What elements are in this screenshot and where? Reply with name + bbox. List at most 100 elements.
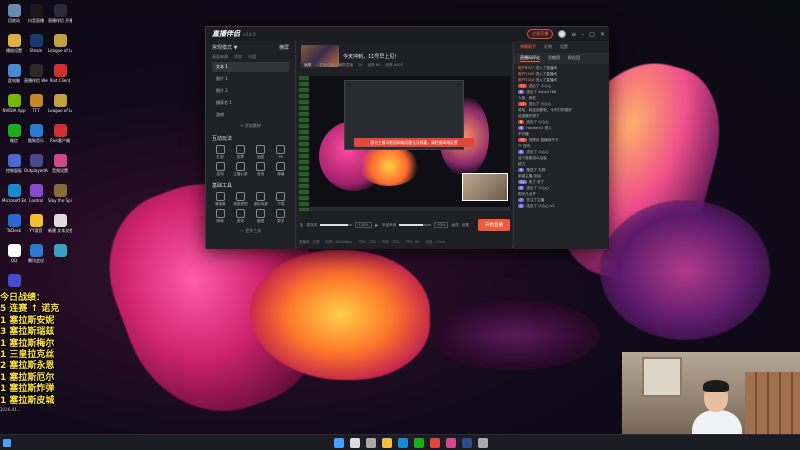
title-bar[interactable]: 直播伴侣 v3.4.0 立即开播 ≡ – □ ✕ xyxy=(206,27,609,41)
live-icon[interactable] xyxy=(430,438,440,448)
chat-username[interactable]: 用户3310 xyxy=(518,78,534,82)
tab-comments[interactable]: 直播间评论 xyxy=(520,55,540,62)
tool-button[interactable]: PK xyxy=(271,145,291,160)
tool-button[interactable]: 音效 xyxy=(230,209,250,224)
tool-button[interactable]: 下载 xyxy=(271,192,291,207)
desktop-icon[interactable]: 微信 xyxy=(2,124,26,143)
tab-danmaku[interactable]: 弹幕助手 xyxy=(520,44,536,50)
tool-button[interactable]: 更多 xyxy=(271,209,291,224)
more-tools-button[interactable]: — 更多工具 xyxy=(206,228,295,234)
minimize-icon[interactable]: – xyxy=(581,31,584,38)
speaker-icon[interactable]: 🔈 xyxy=(375,223,379,227)
tool-button[interactable]: 截图 xyxy=(251,209,271,224)
start-icon[interactable] xyxy=(334,438,344,448)
tab-sources[interactable]: 画面来源 xyxy=(212,54,228,60)
edit-button[interactable]: 编辑 xyxy=(301,63,315,68)
tab-gifts[interactable]: 礼物 xyxy=(544,44,552,50)
system-slider[interactable] xyxy=(399,224,432,226)
menu-icon[interactable]: ≡ xyxy=(571,31,576,38)
wechat-icon[interactable] xyxy=(414,438,424,448)
scene-item[interactable]: 图片 1 xyxy=(212,74,289,84)
system-volume[interactable]: 93% xyxy=(434,222,449,228)
avatar[interactable] xyxy=(558,30,567,38)
tool-label: 音效 xyxy=(236,219,244,223)
app-icon[interactable] xyxy=(446,438,456,448)
tool-button[interactable]: 投票 xyxy=(230,145,250,160)
file-explorer-icon[interactable] xyxy=(382,438,392,448)
desktop-icon[interactable]: Riot客户端 xyxy=(48,124,72,143)
desktop-icon[interactable]: 抖音直播 xyxy=(24,4,48,23)
tool-button[interactable]: 音浪 xyxy=(251,162,271,177)
desktop-icon[interactable]: 直播伴侣 WeGame xyxy=(24,64,48,83)
desktop-icon[interactable]: 新建 文本文档.txt xyxy=(48,214,72,233)
chat-username[interactable]: 用户8927 xyxy=(518,66,534,70)
tool-button[interactable]: 主播心愿 xyxy=(230,162,250,177)
desktop-icon[interactable]: TFT xyxy=(24,94,48,113)
chat-username[interactable]: 用户1165 xyxy=(518,72,534,76)
close-icon[interactable]: ✕ xyxy=(600,31,605,38)
scene-item[interactable]: 游戏 xyxy=(212,110,289,120)
desktop-icon[interactable]: YY语音 xyxy=(24,214,48,233)
add-source-button[interactable]: + 添加素材 xyxy=(212,123,289,129)
desktop-icon[interactable]: League of Legends xyxy=(48,94,72,113)
desktop-icon[interactable]: 回收站 xyxy=(2,4,26,23)
scene-item[interactable]: 图片 2 xyxy=(212,86,289,96)
desktop-icon[interactable]: 直播伴侣 开播 xyxy=(48,4,72,23)
tab-fans[interactable]: 粉丝团 xyxy=(568,55,580,62)
stream-preview[interactable]: 部分主播可能因网络问题无法观看，请检查网络设置 xyxy=(299,76,510,211)
scene-item[interactable]: 捕获名 1 xyxy=(212,98,289,108)
desktop-icon[interactable]: ToDesk xyxy=(2,214,26,233)
scene-item[interactable]: 文本 1 xyxy=(212,62,289,72)
tool-button[interactable]: 弹幕 xyxy=(271,162,291,177)
widgets-icon[interactable] xyxy=(3,439,11,447)
task-view-icon[interactable] xyxy=(366,438,376,448)
desktop-icon[interactable] xyxy=(48,244,72,258)
desktop-icon-label: 音频设置 xyxy=(52,168,68,173)
desktop-icon[interactable]: Control xyxy=(24,184,48,203)
tool-button[interactable]: 礼物 xyxy=(210,145,230,160)
desktop-icon[interactable] xyxy=(2,274,26,288)
desktop-icon[interactable]: Microsoft Edge xyxy=(2,184,26,203)
live-settings[interactable]: 直播设置 xyxy=(319,63,333,68)
desktop-icon[interactable]: Steam xyxy=(24,34,48,53)
desktop-icon[interactable]: OutplayedAuto xyxy=(24,154,48,173)
desktop-icon[interactable]: League of Legends xyxy=(48,34,72,53)
edge-icon[interactable] xyxy=(398,438,408,448)
tool-button[interactable]: 清晰度 xyxy=(210,192,230,207)
desktop-icon[interactable]: Slay the Spire 2 xyxy=(48,184,72,203)
start-live-button[interactable]: 开始直播 xyxy=(478,219,510,231)
mic-slider[interactable] xyxy=(320,224,353,226)
maximize-icon[interactable]: □ xyxy=(589,31,595,38)
tab-add[interactable]: 添加 xyxy=(234,54,242,60)
room-title[interactable]: 今天冲刺，11号早上见！ xyxy=(343,53,399,60)
settings-button[interactable]: 设置 xyxy=(462,223,469,228)
mic-volume[interactable]: 120% xyxy=(355,222,372,228)
orientation-toggle[interactable]: 横屏 xyxy=(279,44,289,51)
tool-button[interactable]: 美颜滤镜 xyxy=(230,192,250,207)
app-icon[interactable] xyxy=(478,438,488,448)
desktop-icon[interactable]: 音频设置 xyxy=(48,154,72,173)
desktop-icon[interactable]: 播放设置 xyxy=(2,34,26,53)
desktop-icon[interactable]: 此电脑 xyxy=(2,64,26,83)
quality-button[interactable]: 画质 xyxy=(451,223,458,228)
desktop-icon[interactable]: 控制面板 xyxy=(2,154,26,173)
tab-groups[interactable]: 分组 xyxy=(248,54,256,60)
desktop-icon[interactable]: 腾讯会议 xyxy=(24,244,48,263)
go-live-badge[interactable]: 立即开播 xyxy=(527,29,554,39)
chat-messages[interactable]: 用户8927 进入了直播间 用户1165 进入了直播间 用户3310 进入了直播间 1… xyxy=(514,64,609,212)
tool-button[interactable]: 降噪 xyxy=(210,209,230,224)
tool-button[interactable]: 虚拟背景 xyxy=(251,192,271,207)
mic-icon[interactable]: 🎙 xyxy=(299,223,304,227)
mode-dropdown[interactable]: 常规模式 ▼ xyxy=(212,44,237,51)
tool-button[interactable]: 抽奖 xyxy=(251,145,271,160)
steam-icon[interactable] xyxy=(462,438,472,448)
desktop-icon[interactable]: Riot Client xyxy=(48,64,72,83)
tab-contribution[interactable]: 贡献榜 xyxy=(548,55,560,62)
preview-taskbar xyxy=(309,207,510,211)
tab-chat-settings[interactable]: 设置 xyxy=(560,44,568,50)
desktop-icon[interactable]: 酷狗音乐 xyxy=(24,124,48,143)
search-icon[interactable] xyxy=(350,438,360,448)
desktop-icon[interactable]: QQ xyxy=(2,244,26,263)
tool-button[interactable]: 连线 xyxy=(210,162,230,177)
desktop-icon[interactable]: NVIDIA App xyxy=(2,94,26,113)
